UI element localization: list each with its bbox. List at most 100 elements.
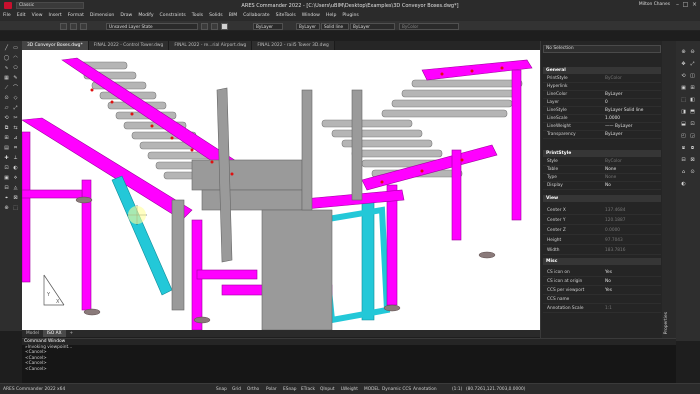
doc-tab[interactable]: FINAL 2022 - rail5 Tower 3D.dwg	[252, 41, 335, 50]
draw-tool-icon[interactable]: ⊟	[3, 185, 10, 192]
draw-tool-icon[interactable]: ⊡	[3, 165, 10, 172]
menu-draw[interactable]: Draw	[120, 13, 132, 18]
draw-tool-icon[interactable]: ⤢	[12, 105, 19, 112]
view-tool-icon[interactable]: ◫	[689, 73, 696, 80]
draw-tool-icon[interactable]: ⟲	[3, 115, 10, 122]
menu-tools[interactable]: Tools	[192, 13, 203, 18]
annotation-label[interactable]: Annotation	[413, 387, 437, 392]
draw-tool-icon[interactable]: ⌖	[3, 195, 10, 202]
view-tool-icon[interactable]: ✥	[680, 61, 687, 68]
draw-tool-icon[interactable]: ⊠	[12, 195, 19, 202]
draw-tool-icon[interactable]: ⊕	[3, 205, 10, 212]
toggle-qinput[interactable]: QInput	[320, 387, 335, 392]
annotation-scale[interactable]: (1:1)	[452, 387, 462, 392]
view-tool-icon[interactable]: ◐	[680, 181, 687, 188]
draw-tool-icon[interactable]: ▱	[3, 105, 10, 112]
draw-tool-icon[interactable]: ╱	[3, 45, 10, 52]
view-tool-icon[interactable]: ◲	[689, 133, 696, 140]
tab-layout[interactable]: ISO AX	[42, 330, 66, 337]
layer-dropdown[interactable]: ByLayer	[296, 23, 320, 30]
property-row[interactable]: CCS name	[543, 296, 661, 304]
draw-tool-icon[interactable]: ▦	[3, 75, 10, 82]
property-row[interactable]: PrintStyle ByColor	[543, 75, 661, 83]
property-row[interactable]: LineColor ByLayer	[543, 91, 661, 99]
minimize-icon[interactable]: –	[674, 2, 681, 9]
draw-tool-icon[interactable]: ∿	[3, 65, 10, 72]
property-row[interactable]: Table None	[543, 166, 661, 174]
draw-tool-icon[interactable]: ⊞	[3, 135, 10, 142]
menu-constraints[interactable]: Constraints	[160, 13, 186, 18]
menu-dimension[interactable]: Dimension	[90, 13, 114, 18]
view-tool-icon[interactable]: ⊟	[680, 157, 687, 164]
menu-sitetools[interactable]: SiteTools	[276, 13, 296, 18]
menu-file[interactable]: File	[3, 13, 11, 18]
doc-tab[interactable]: 3D Conveyor Boxes.dwg*	[22, 41, 89, 50]
layer-state-icon[interactable]	[70, 23, 77, 30]
menu-bim[interactable]: BIM	[229, 13, 237, 18]
toggle-ortho[interactable]: Ortho	[247, 387, 259, 392]
property-row[interactable]: CCS per viewport Yes	[543, 287, 661, 295]
draw-tool-icon[interactable]: ⟂	[12, 155, 19, 162]
properties-side-tab[interactable]: Properties	[662, 41, 676, 338]
view-tool-icon[interactable]: ⟲	[680, 73, 687, 80]
toggle-lweight[interactable]: LWeight	[341, 387, 358, 392]
view-tool-icon[interactable]: ⬚	[680, 97, 687, 104]
property-row[interactable]: LineWeight —— ByLayer	[543, 123, 661, 131]
draw-tool-icon[interactable]: ⇆	[12, 125, 19, 132]
draw-tool-icon[interactable]: ✎	[12, 75, 19, 82]
menu-modify[interactable]: Modify	[138, 13, 153, 18]
menu-help[interactable]: Help	[326, 13, 336, 18]
menu-insert[interactable]: Insert	[49, 13, 62, 18]
draw-tool-icon[interactable]: ▤	[3, 145, 10, 152]
view-tool-icon[interactable]: ◧	[689, 97, 696, 104]
color-swatch-icon[interactable]	[221, 23, 228, 30]
add-layout-button[interactable]: +	[66, 330, 78, 337]
layer-manager-icon[interactable]	[60, 23, 67, 30]
draw-tool-icon[interactable]: ▭	[12, 45, 19, 52]
section-misc[interactable]: Misc	[543, 258, 661, 265]
view-tool-icon[interactable]: ⊙	[689, 169, 696, 176]
draw-tool-icon[interactable]: ⟋	[3, 85, 10, 92]
toggle-esnap[interactable]: ESnap	[283, 387, 297, 392]
toggle-grid[interactable]: Grid	[232, 387, 241, 392]
draw-tool-icon[interactable]: ⌒	[12, 85, 19, 92]
property-row[interactable]: Type None	[543, 174, 661, 182]
property-row[interactable]: CS icon on Yes	[543, 269, 661, 277]
view-tool-icon[interactable]: ⧇	[689, 145, 696, 152]
menu-solids[interactable]: Solids	[209, 13, 223, 18]
menu-edit[interactable]: Edit	[17, 13, 26, 18]
menu-window[interactable]: Window	[302, 13, 320, 18]
draw-tool-icon[interactable]: ✂	[12, 115, 19, 122]
layer-state-dropdown[interactable]: Unsaved Layer State	[106, 23, 198, 30]
view-tool-icon[interactable]: ◨	[680, 109, 687, 116]
command-window[interactable]: Command Window »Invoking viewpoint... <C…	[22, 338, 676, 383]
toggle-model[interactable]: MODEL	[364, 387, 380, 392]
section-printstyle[interactable]: PrintStyle	[543, 150, 661, 157]
view-tool-icon[interactable]: ⧈	[680, 145, 687, 152]
menu-plugins[interactable]: Plugins	[342, 13, 358, 18]
toggle-dynamic-ccs[interactable]: Dynamic CCS	[382, 387, 411, 392]
view-tool-icon[interactable]: ⬓	[680, 121, 687, 128]
draw-tool-icon[interactable]: ◬	[12, 185, 19, 192]
draw-tool-icon[interactable]: ⧉	[3, 125, 10, 132]
property-row[interactable]: Layer 0	[543, 99, 661, 107]
doc-tab[interactable]: FINAL 2022 - Control Tower.dwg	[88, 41, 170, 50]
draw-tool-icon[interactable]: ⌗	[12, 145, 19, 152]
layer-freeze-icon[interactable]	[201, 23, 208, 30]
section-general[interactable]: General	[543, 67, 661, 74]
layer-previous-icon[interactable]	[80, 23, 87, 30]
draw-tool-icon[interactable]: ▣	[3, 175, 10, 182]
property-row[interactable]: LineStyle ByLayer Solid line	[543, 107, 661, 115]
toggle-snap[interactable]: Snap	[216, 387, 227, 392]
draw-tool-icon[interactable]: ◐	[12, 165, 19, 172]
toggle-polar[interactable]: Polar	[266, 387, 277, 392]
view-tool-icon[interactable]: ▣	[680, 85, 687, 92]
tab-model[interactable]: Model	[22, 330, 43, 337]
property-row[interactable]: CS icon at origin No	[543, 278, 661, 286]
property-row[interactable]: Display No	[543, 182, 661, 190]
property-row[interactable]: Annotation Scale 1:1	[543, 305, 661, 313]
plotstyle-dropdown[interactable]: ByColor	[399, 23, 459, 30]
linestyle-dropdown[interactable]: Solid line	[321, 23, 349, 30]
lineweight-dropdown[interactable]: ByLayer	[350, 23, 395, 30]
property-row[interactable]: Transparency ByLayer	[543, 131, 661, 139]
